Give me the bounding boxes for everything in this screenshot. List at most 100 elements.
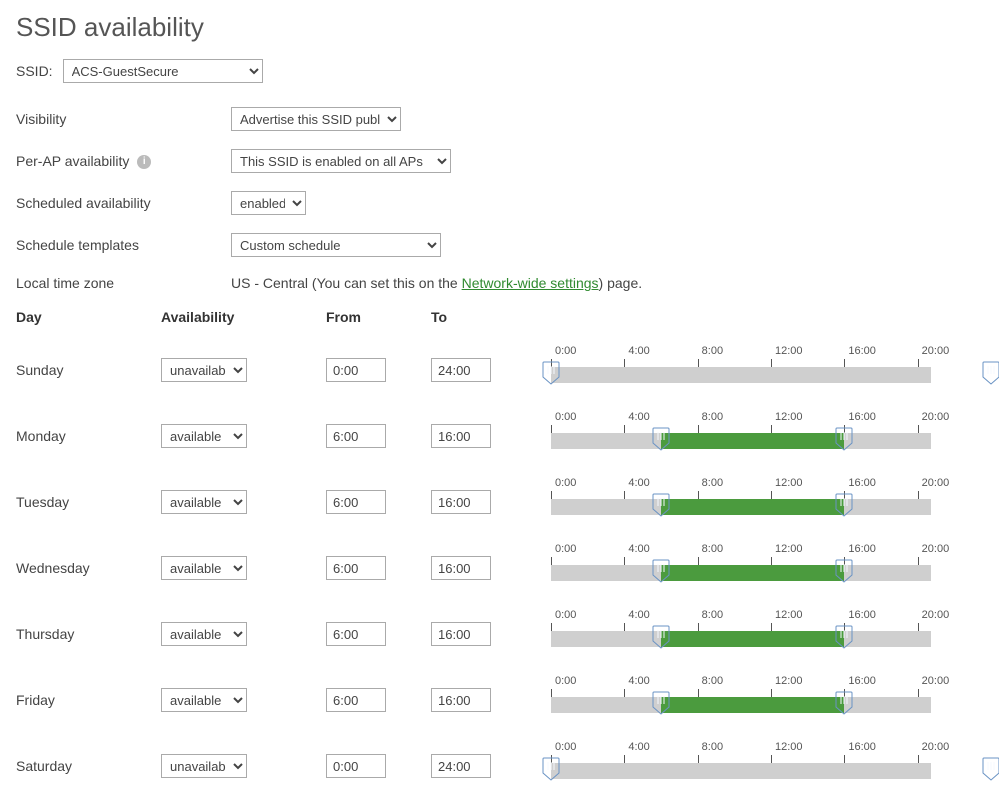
slider-handle-from[interactable] [652,493,670,517]
tick-label: 12:00 [775,741,803,753]
time-slider[interactable]: 0:004:008:0012:0016:0020:00 [551,609,931,659]
availability-select[interactable]: available [161,622,247,646]
schedule-row: Saturdayunavailable0:004:008:0012:0016:0… [16,733,983,799]
to-input[interactable] [431,490,491,514]
tick-label: 8:00 [702,477,723,489]
slider-handle-from[interactable] [542,757,560,781]
timezone-text: US - Central (You can set this on the Ne… [231,275,642,291]
tick-label: 16:00 [848,543,876,555]
local-time-zone-label: Local time zone [16,275,231,291]
info-icon[interactable]: i [137,155,151,169]
tick-label: 0:00 [555,741,576,753]
tick-label: 8:00 [702,609,723,621]
tick-label: 4:00 [628,609,649,621]
time-slider[interactable]: 0:004:008:0012:0016:0020:00 [551,741,931,791]
to-input[interactable] [431,688,491,712]
to-input[interactable] [431,424,491,448]
slider-handle-to[interactable] [982,361,999,385]
day-name: Monday [16,428,161,444]
tick-label: 0:00 [555,345,576,357]
tick-label: 4:00 [628,345,649,357]
tick-label: 0:00 [555,411,576,423]
slider-handle-to[interactable] [835,559,853,583]
slider-handle-to[interactable] [835,427,853,451]
scheduled-availability-select[interactable]: enabled [231,191,306,215]
slider-handle-from[interactable] [652,427,670,451]
to-input[interactable] [431,754,491,778]
time-slider[interactable]: 0:004:008:0012:0016:0020:00 [551,345,931,395]
slider-handle-to[interactable] [982,757,999,781]
tick-label: 4:00 [628,411,649,423]
from-input[interactable] [326,754,386,778]
from-input[interactable] [326,688,386,712]
day-name: Friday [16,692,161,708]
visibility-select[interactable]: Advertise this SSID publicly [231,107,401,131]
slider-handle-to[interactable] [835,691,853,715]
availability-select[interactable]: unavailable [161,754,247,778]
slider-range [661,499,844,515]
header-day: Day [16,309,161,325]
slider-track [551,367,931,383]
tick-label: 4:00 [628,741,649,753]
day-name: Tuesday [16,494,161,510]
day-name: Thursday [16,626,161,642]
tick-label: 12:00 [775,345,803,357]
tick-label: 4:00 [628,477,649,489]
schedule-row: Fridayavailable 0:004:008:0012:0016:0020:… [16,667,983,733]
slider-handle-to[interactable] [835,625,853,649]
to-input[interactable] [431,556,491,580]
tick-label: 20:00 [922,345,950,357]
ssid-select[interactable]: ACS-GuestSecure [63,59,263,83]
header-to: To [431,309,541,325]
from-input[interactable] [326,622,386,646]
time-slider[interactable]: 0:004:008:0012:0016:0020:00 [551,411,931,461]
schedule-row: Sundayunavailable0:004:008:0012:0016:002… [16,337,983,403]
tick-label: 8:00 [702,411,723,423]
per-ap-select[interactable]: This SSID is enabled on all APs [231,149,451,173]
time-slider[interactable]: 0:004:008:0012:0016:0020:00 [551,543,931,593]
time-slider[interactable]: 0:004:008:0012:0016:0020:00 [551,477,931,527]
tick-label: 16:00 [848,675,876,687]
tick-label: 16:00 [848,345,876,357]
network-wide-settings-link[interactable]: Network-wide settings [462,275,599,291]
availability-select[interactable]: available [161,556,247,580]
availability-select[interactable]: available [161,424,247,448]
slider-handle-to[interactable] [835,493,853,517]
slider-track [551,697,931,713]
from-input[interactable] [326,358,386,382]
header-availability: Availability [161,309,326,325]
schedule-templates-label: Schedule templates [16,237,231,253]
availability-select[interactable]: available [161,490,247,514]
slider-handle-from[interactable] [652,625,670,649]
tick-label: 20:00 [922,543,950,555]
per-ap-label: Per-AP availability [16,153,129,169]
to-input[interactable] [431,622,491,646]
slider-handle-from[interactable] [652,691,670,715]
tick-label: 16:00 [848,411,876,423]
availability-select[interactable]: available [161,688,247,712]
header-from: From [326,309,431,325]
tick-label: 0:00 [555,675,576,687]
from-input[interactable] [326,490,386,514]
time-slider[interactable]: 0:004:008:0012:0016:0020:00 [551,675,931,725]
visibility-label: Visibility [16,111,231,127]
tick-label: 8:00 [702,345,723,357]
tick-label: 20:00 [922,741,950,753]
availability-select[interactable]: unavailable [161,358,247,382]
schedule-templates-select[interactable]: Custom schedule [231,233,441,257]
schedule-row: Thursdayavailable0:004:008:0012:0016:002… [16,601,983,667]
tick-label: 16:00 [848,477,876,489]
to-input[interactable] [431,358,491,382]
tick-label: 0:00 [555,609,576,621]
schedule-row: Mondayavailable0:004:008:0012:0016:0020:… [16,403,983,469]
slider-handle-from[interactable] [542,361,560,385]
schedule-row: Wednesdayavailable0:004:008:0012:0016:00… [16,535,983,601]
slider-handle-from[interactable] [652,559,670,583]
day-name: Wednesday [16,560,161,576]
tick-label: 8:00 [702,543,723,555]
from-input[interactable] [326,424,386,448]
tick-label: 0:00 [555,477,576,489]
from-input[interactable] [326,556,386,580]
tick-label: 16:00 [848,741,876,753]
tick-label: 4:00 [628,543,649,555]
